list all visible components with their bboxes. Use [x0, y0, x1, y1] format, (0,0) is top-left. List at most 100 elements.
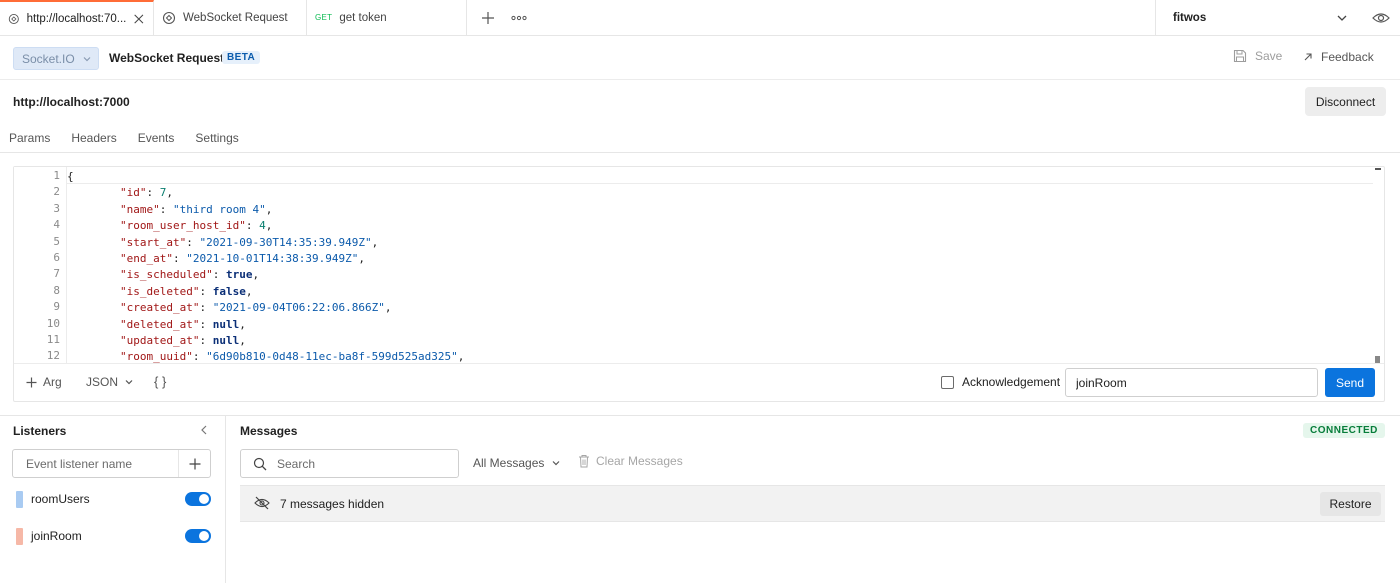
line-number: 11 — [46, 333, 60, 346]
request-header: Socket.IO WebSocket Request BETA Save Fe… — [0, 36, 1400, 80]
line-number: 9 — [53, 300, 60, 314]
add-listener-button[interactable] — [178, 450, 210, 477]
code-token: , — [252, 268, 260, 282]
line-number: 6 — [53, 251, 60, 264]
clear-messages-label: Clear Messages — [596, 454, 683, 468]
code-token: , — [358, 252, 366, 265]
clear-messages-button[interactable]: Clear Messages — [578, 454, 683, 468]
filter-label: All Messages — [473, 456, 545, 470]
event-listener-input[interactable] — [13, 450, 179, 477]
event-name-input[interactable] — [1065, 368, 1318, 397]
message-filter-dropdown[interactable]: All Messages — [473, 456, 561, 470]
listener-toggle[interactable] — [185, 529, 211, 543]
tab-label: http://localhost:70... — [26, 12, 127, 25]
disconnect-button[interactable]: Disconnect — [1305, 87, 1386, 116]
eye-icon[interactable] — [1372, 10, 1390, 26]
http-method-badge: GET — [315, 13, 333, 22]
code-token: "is_scheduled" — [119, 268, 213, 282]
listener-item-joinroom[interactable]: joinRoom — [16, 526, 211, 546]
listener-toggle[interactable] — [185, 492, 211, 506]
code-token: , — [384, 301, 392, 315]
code-token: "room_uuid" — [119, 350, 193, 363]
message-editor: 1 2 3 4 5 6 7 8 9 10 11 12 { "id": 7, "name": "thir… — [13, 166, 1385, 402]
tab-settings[interactable]: Settings — [185, 122, 249, 152]
line-number: 7 — [53, 267, 60, 281]
code-token: "updated_at" — [119, 334, 200, 347]
listeners-panel: Listeners roomUsers joinRoom — [0, 416, 226, 583]
code-token: true — [225, 268, 253, 282]
code-token: "third room 4" — [172, 202, 266, 216]
code-token: , — [265, 219, 273, 233]
feedback-button[interactable]: Feedback — [1303, 50, 1374, 64]
code-token: : — [192, 350, 207, 363]
save-label: Save — [1255, 49, 1283, 63]
close-icon[interactable] — [133, 12, 145, 26]
code-line: "id": 7, — [67, 185, 173, 201]
search-input[interactable] — [277, 456, 447, 471]
send-button[interactable]: Send — [1325, 368, 1375, 397]
request-url[interactable]: http://localhost:7000 — [13, 95, 130, 109]
code-token: , — [371, 235, 379, 249]
protocol-selector[interactable]: Socket.IO — [13, 47, 99, 70]
tab-headers[interactable]: Headers — [61, 122, 127, 152]
tab-params[interactable]: Params — [0, 122, 61, 152]
request-subtabs: Params Headers Events Settings — [0, 122, 1400, 153]
plus-icon — [189, 458, 200, 469]
plus-icon[interactable] — [481, 11, 495, 25]
chevron-down-icon — [1337, 15, 1347, 21]
save-button[interactable]: Save — [1233, 49, 1282, 63]
checkbox[interactable] — [941, 375, 954, 389]
code-token: : — [199, 284, 213, 298]
chevron-down-icon — [552, 461, 560, 466]
restore-button[interactable]: Restore — [1320, 492, 1381, 516]
active-line-highlight — [67, 167, 1373, 184]
code-area[interactable]: { "id": 7, "name": "third room 4", "room… — [66, 167, 1380, 363]
arrow-up-right-icon — [1304, 53, 1312, 61]
eye-off-icon — [254, 496, 270, 510]
code-token: : — [199, 334, 213, 347]
format-selector[interactable]: JSON — [86, 375, 134, 389]
message-search — [240, 449, 459, 478]
environment-selector[interactable]: fitwos — [1155, 0, 1400, 36]
acknowledgement-checkbox[interactable]: Acknowledgement — [941, 375, 1060, 389]
code-line: "room_uuid": "6d90b810-0d48-11ec-ba8f-59… — [67, 349, 464, 363]
tab-events[interactable]: Events — [128, 122, 186, 152]
add-arg-button[interactable]: Arg — [26, 375, 62, 389]
hidden-messages-label: 7 messages hidden — [280, 497, 385, 511]
code-line: "deleted_at": null, — [67, 317, 246, 333]
tab-localhost[interactable]: http://localhost:70... — [0, 0, 154, 35]
code-token: : — [199, 317, 213, 331]
code-token: : — [245, 219, 260, 233]
code-line: "end_at": "2021-10-01T14:38:39.949Z", — [67, 251, 365, 267]
code-token: : — [146, 186, 160, 200]
line-number-gutter: 1 2 3 4 5 6 7 8 9 10 11 12 — [14, 167, 66, 363]
code-token: "created_at" — [119, 301, 200, 315]
code-token: : — [159, 202, 173, 216]
tab-actions — [467, 0, 527, 35]
save-icon — [1233, 49, 1247, 63]
chevron-left-icon[interactable] — [199, 424, 209, 436]
beautify-button[interactable]: { } — [154, 374, 166, 389]
request-name[interactable]: WebSocket Request — [109, 51, 224, 65]
code-token: , — [166, 186, 173, 200]
tab-websocket-request[interactable]: WebSocket Request — [154, 0, 307, 35]
hidden-messages-row: 7 messages hidden Restore — [240, 485, 1385, 522]
beta-badge: BETA — [222, 51, 261, 64]
editor-scrollbar[interactable] — [1370, 167, 1384, 363]
format-label: JSON — [86, 375, 119, 389]
code-line: { — [67, 169, 74, 185]
code-token: , — [245, 284, 253, 298]
listener-item-roomusers[interactable]: roomUsers — [16, 489, 211, 509]
chevron-down-icon — [83, 56, 91, 61]
code-token: "end_at" — [119, 252, 173, 265]
more-icon[interactable] — [511, 15, 527, 21]
tab-get-token[interactable]: GET get token — [307, 0, 467, 35]
code-token: : — [199, 301, 213, 315]
listener-color-swatch — [16, 490, 23, 508]
socketio-icon — [162, 11, 176, 24]
